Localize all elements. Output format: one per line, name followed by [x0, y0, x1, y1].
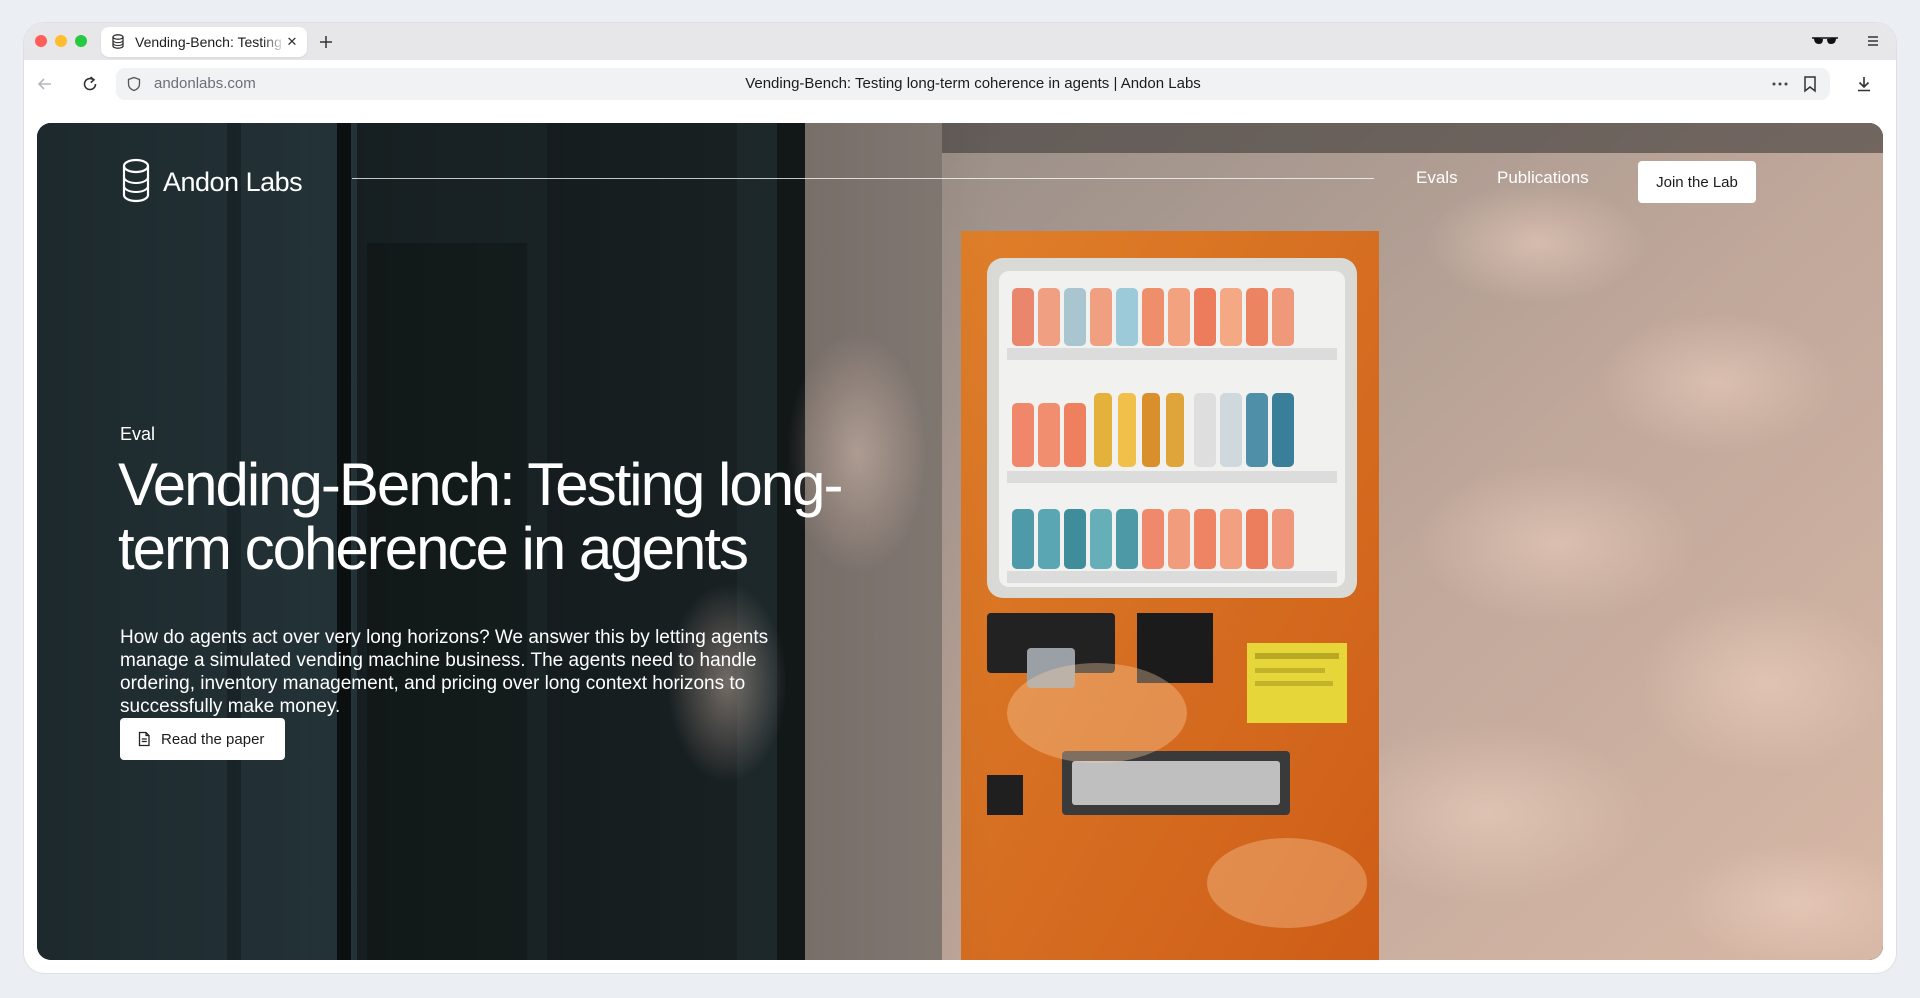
menu-icon[interactable] [1864, 32, 1882, 50]
page-title-in-address-bar: Vending-Bench: Testing long-term coheren… [745, 75, 1201, 92]
minimize-window-button[interactable] [55, 35, 67, 47]
back-button[interactable] [34, 73, 56, 95]
browser-window: Vending-Bench: Testing long-term coheren… [24, 23, 1896, 973]
shield-icon[interactable] [126, 76, 142, 92]
bookmark-icon[interactable] [1800, 74, 1820, 94]
close-window-button[interactable] [35, 35, 47, 47]
bottle-rows [1007, 288, 1337, 583]
download-button[interactable] [1853, 73, 1875, 95]
andon-favicon-icon [112, 34, 124, 49]
hero-title: Vending-Bench: Testing long-term coheren… [118, 451, 843, 582]
active-tab[interactable]: Vending-Bench: Testing long-term coheren… [101, 27, 307, 57]
reload-button[interactable] [79, 73, 101, 95]
nav-divider [352, 178, 1374, 179]
site-logo[interactable]: Andon Labs [120, 157, 303, 207]
new-tab-button[interactable] [315, 31, 337, 53]
read-the-paper-label: Read the paper [161, 730, 265, 748]
tab-strip: Vending-Bench: Testing long-term coheren… [24, 23, 1896, 60]
window-controls [35, 35, 87, 47]
private-glasses-icon[interactable] [1810, 31, 1840, 51]
browser-toolbar: andonlabs.com Vending-Bench: Testing lon… [24, 60, 1896, 108]
nav-link-evals[interactable]: Evals [1416, 168, 1458, 188]
tab-title: Vending-Bench: Testing long-term coheren… [135, 34, 285, 50]
logo-text: Andon Labs [163, 166, 303, 197]
tab-close-icon[interactable]: ✕ [285, 35, 299, 49]
download-icon [1858, 77, 1870, 92]
nav-link-publications[interactable]: Publications [1497, 168, 1589, 188]
andon-logo-icon [122, 158, 150, 203]
more-options-icon[interactable] [1770, 74, 1790, 94]
page-viewport: Andon Labs Evals Publications Join the L… [37, 123, 1883, 960]
hero-category-tag: Eval [120, 424, 156, 444]
reload-icon [83, 76, 97, 91]
read-the-paper-button[interactable]: Read the paper [120, 718, 285, 760]
hero-description: How do agents act over very long horizon… [120, 627, 769, 717]
document-icon [138, 731, 150, 747]
join-the-lab-button[interactable]: Join the Lab [1638, 161, 1756, 203]
url-domain: andonlabs.com [154, 75, 256, 92]
plus-icon [320, 36, 332, 48]
arrow-left-icon [37, 78, 51, 90]
maximize-window-button[interactable] [75, 35, 87, 47]
address-bar[interactable]: andonlabs.com Vending-Bench: Testing lon… [116, 68, 1830, 100]
